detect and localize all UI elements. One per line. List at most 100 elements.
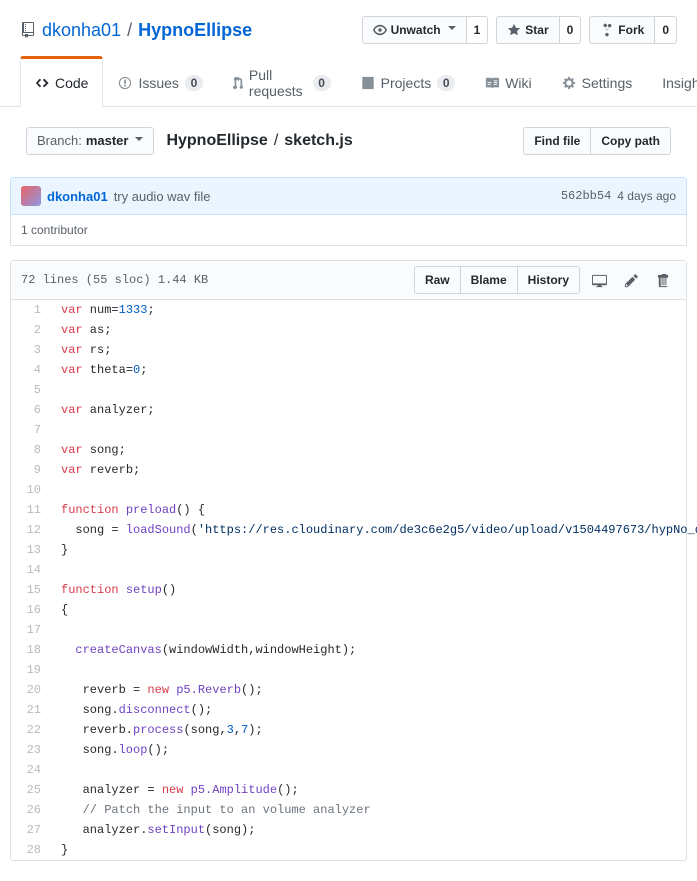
fork-group: Fork 0 xyxy=(589,16,677,44)
repo-owner-link[interactable]: dkonha01 xyxy=(42,20,121,41)
line-number[interactable]: 17 xyxy=(11,620,51,640)
line-number[interactable]: 3 xyxy=(11,340,51,360)
commit-author[interactable]: dkonha01 xyxy=(47,189,108,204)
unwatch-button[interactable]: Unwatch xyxy=(362,16,466,44)
project-icon xyxy=(361,76,375,90)
line-number[interactable]: 20 xyxy=(11,680,51,700)
line-content: var theta=0; xyxy=(51,360,686,380)
star-button[interactable]: Star xyxy=(496,16,558,44)
fork-button[interactable]: Fork xyxy=(589,16,654,44)
find-file-button[interactable]: Find file xyxy=(523,127,590,155)
fork-count[interactable]: 0 xyxy=(654,16,677,44)
watch-count[interactable]: 1 xyxy=(466,16,489,44)
breadcrumb: HypnoEllipse / sketch.js xyxy=(166,132,352,150)
line-content: } xyxy=(51,840,686,860)
line-number[interactable]: 5 xyxy=(11,380,51,400)
line-content xyxy=(51,480,686,500)
desktop-icon[interactable] xyxy=(586,267,612,293)
pencil-icon[interactable] xyxy=(618,267,644,293)
line-number[interactable]: 18 xyxy=(11,640,51,660)
line-content: { xyxy=(51,600,686,620)
line-number[interactable]: 10 xyxy=(11,480,51,500)
trash-icon[interactable] xyxy=(650,267,676,293)
line-number[interactable]: 26 xyxy=(11,800,51,820)
line-content xyxy=(51,420,686,440)
fork-icon xyxy=(600,23,614,37)
issue-icon xyxy=(118,76,132,90)
tab-insights[interactable]: Insights xyxy=(647,59,697,107)
line-number[interactable]: 11 xyxy=(11,500,51,520)
line-content: reverb.process(song,3,7); xyxy=(51,720,686,740)
line-content: analyzer = new p5.Amplitude(); xyxy=(51,780,686,800)
star-count[interactable]: 0 xyxy=(559,16,582,44)
line-number[interactable]: 4 xyxy=(11,360,51,380)
tab-wiki[interactable]: Wiki xyxy=(470,59,546,107)
line-content xyxy=(51,620,686,640)
repo-tabs: Code Issues0 Pull requests0 Projects0 Wi… xyxy=(0,58,697,107)
branch-select[interactable]: Branch: master xyxy=(26,127,154,155)
avatar[interactable] xyxy=(21,186,41,206)
copy-path-button[interactable]: Copy path xyxy=(590,127,671,155)
line-number[interactable]: 22 xyxy=(11,720,51,740)
gear-icon xyxy=(562,76,576,90)
line-content: var as; xyxy=(51,320,686,340)
line-number[interactable]: 27 xyxy=(11,820,51,840)
tab-issues[interactable]: Issues0 xyxy=(103,59,217,107)
line-content: function setup() xyxy=(51,580,686,600)
history-button[interactable]: History xyxy=(517,266,580,294)
repo-title: dkonha01 / HypnoEllipse xyxy=(20,20,252,41)
pull-request-icon xyxy=(233,76,243,90)
line-content: var reverb; xyxy=(51,460,686,480)
line-number[interactable]: 14 xyxy=(11,560,51,580)
line-number[interactable]: 9 xyxy=(11,460,51,480)
line-number[interactable]: 8 xyxy=(11,440,51,460)
line-content: var song; xyxy=(51,440,686,460)
line-number[interactable]: 7 xyxy=(11,420,51,440)
code-icon xyxy=(35,76,49,90)
commit-bar: dkonha01 try audio wav file 562bb54 4 da… xyxy=(10,177,687,215)
file-meta: 72 lines (55 sloc) 1.44 KB xyxy=(21,273,208,287)
commit-message[interactable]: try audio wav file xyxy=(114,189,211,204)
line-number[interactable]: 15 xyxy=(11,580,51,600)
line-number[interactable]: 13 xyxy=(11,540,51,560)
line-content: function preload() { xyxy=(51,500,686,520)
star-group: Star 0 xyxy=(496,16,581,44)
line-content: var rs; xyxy=(51,340,686,360)
line-content: var analyzer; xyxy=(51,400,686,420)
line-content: reverb = new p5.Reverb(); xyxy=(51,680,686,700)
line-number[interactable]: 2 xyxy=(11,320,51,340)
line-content: var num=1333; xyxy=(51,300,686,320)
line-content: } xyxy=(51,540,686,560)
contributors[interactable]: 1 contributor xyxy=(10,215,687,246)
line-content: song.loop(); xyxy=(51,740,686,760)
line-number[interactable]: 1 xyxy=(11,300,51,320)
line-number[interactable]: 28 xyxy=(11,840,51,860)
watch-group: Unwatch 1 xyxy=(362,16,489,44)
code-content: 1var num=1333;2var as;3var rs;4var theta… xyxy=(11,300,686,860)
tab-settings[interactable]: Settings xyxy=(547,59,648,107)
breadcrumb-root[interactable]: HypnoEllipse xyxy=(166,132,267,150)
line-number[interactable]: 24 xyxy=(11,760,51,780)
line-number[interactable]: 12 xyxy=(11,520,51,540)
tab-pull-requests[interactable]: Pull requests0 xyxy=(218,59,346,107)
tab-projects[interactable]: Projects0 xyxy=(346,59,471,107)
line-number[interactable]: 19 xyxy=(11,660,51,680)
line-content: song = loadSound('https://res.cloudinary… xyxy=(51,520,697,540)
line-number[interactable]: 25 xyxy=(11,780,51,800)
line-number[interactable]: 6 xyxy=(11,400,51,420)
commit-date: 4 days ago xyxy=(617,189,676,203)
blame-button[interactable]: Blame xyxy=(460,266,517,294)
line-content xyxy=(51,660,686,680)
repo-name-link[interactable]: HypnoEllipse xyxy=(138,20,252,41)
tab-code[interactable]: Code xyxy=(20,56,103,107)
line-content xyxy=(51,380,686,400)
raw-button[interactable]: Raw xyxy=(414,266,460,294)
line-number[interactable]: 23 xyxy=(11,740,51,760)
line-content: // Patch the input to an volume analyzer xyxy=(51,800,686,820)
breadcrumb-file: sketch.js xyxy=(284,132,352,150)
line-number[interactable]: 16 xyxy=(11,600,51,620)
line-content xyxy=(51,760,686,780)
line-content: createCanvas(windowWidth,windowHeight); xyxy=(51,640,686,660)
line-number[interactable]: 21 xyxy=(11,700,51,720)
commit-sha[interactable]: 562bb54 xyxy=(561,189,611,203)
